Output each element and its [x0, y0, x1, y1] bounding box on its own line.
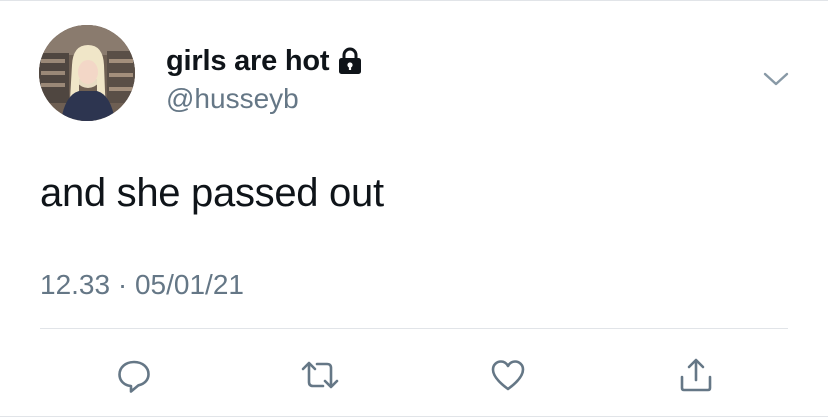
display-name-row: girls are hot [166, 41, 363, 81]
share-icon [680, 358, 712, 392]
avatar[interactable] [39, 25, 135, 121]
action-bar [0, 351, 828, 399]
display-name[interactable]: girls are hot [166, 45, 330, 78]
retweet-icon [301, 361, 339, 389]
tweet-date: 05/01/21 [134, 269, 244, 300]
retweet-button[interactable] [296, 351, 344, 399]
tweet-timestamp[interactable]: 12.33 · 05/01/21 [40, 269, 244, 301]
tweet-card: girls are hot @husseyb and she passed ou… [0, 0, 828, 417]
like-button[interactable] [484, 351, 532, 399]
reply-button[interactable] [110, 351, 158, 399]
divider [40, 328, 788, 329]
tweet-text: and she passed out [40, 171, 384, 215]
share-button[interactable] [672, 351, 720, 399]
chevron-down-icon[interactable] [760, 67, 792, 91]
lock-icon [337, 47, 363, 75]
tweet-time: 12.33 [40, 269, 111, 300]
user-handle[interactable]: @husseyb [166, 83, 299, 115]
timestamp-separator: · [110, 269, 135, 300]
reply-icon [118, 360, 150, 393]
heart-icon [491, 360, 525, 391]
avatar-image [39, 25, 135, 121]
